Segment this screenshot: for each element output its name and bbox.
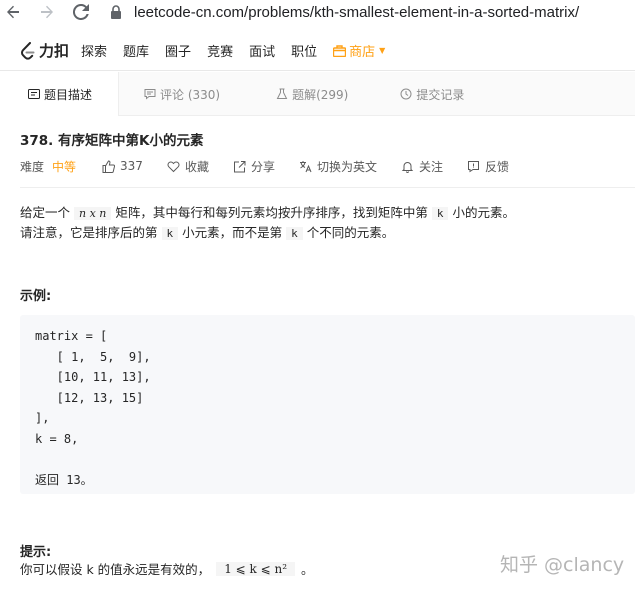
desc-text: 给定一个 (20, 205, 71, 220)
reload-icon (73, 4, 89, 20)
nav-explore[interactable]: 探索 (81, 41, 107, 60)
share-button[interactable]: 分享 (233, 158, 275, 175)
problem-tabs: 题目描述 评论 (330) 题解(299) 提交记录 (0, 72, 635, 116)
difficulty-badge: 中等 (52, 159, 77, 174)
code-inline: k (286, 227, 303, 240)
reload-button[interactable] (68, 0, 94, 24)
leetcode-logo-icon (21, 41, 35, 60)
desc-text: 小的元素。 (452, 205, 515, 220)
nav-circle[interactable]: 圈子 (165, 41, 191, 60)
desc-text: 请注意，它是排序后的第 (20, 225, 158, 240)
desc-text: 个不同的元素。 (306, 225, 395, 240)
feedback-icon (468, 160, 479, 172)
desc-text: 小元素，而不是第 (182, 225, 283, 240)
problem-title: 378. 有序矩阵中第K小的元素 (20, 133, 204, 149)
nav-contest[interactable]: 竞赛 (207, 41, 233, 60)
nav-jobs[interactable]: 职位 (291, 41, 317, 60)
desc-text: 矩阵，其中每行和每列元素均按升序排序，找到矩阵中第 (115, 205, 428, 220)
divider (20, 187, 635, 188)
tab-label: 题解(299) (292, 87, 349, 102)
math-inline: 1 ⩽ k ⩽ n² (216, 561, 295, 576)
flask-icon (276, 88, 288, 99)
hint-heading: 提示: (20, 545, 52, 560)
tab-comments[interactable]: 评论 (330) (144, 72, 220, 116)
share-icon (233, 160, 246, 172)
store-icon (333, 44, 347, 57)
store-label: 商店 (349, 45, 376, 60)
thumbs-up-icon (102, 159, 116, 173)
like-count: 337 (120, 159, 143, 173)
tab-label: 题目描述 (44, 87, 93, 102)
back-button[interactable] (0, 0, 26, 24)
tab-label: 提交记录 (416, 87, 465, 102)
leetcode-logo[interactable]: 力扣 (20, 40, 69, 61)
nav-interview[interactable]: 面试 (249, 41, 275, 60)
lock-icon (111, 5, 121, 19)
follow-button[interactable]: 关注 (401, 158, 443, 175)
forward-button[interactable] (34, 0, 60, 24)
hint-text: 你可以假设 k 的值永远是有效的， 1 ⩽ k ⩽ n² 。 (20, 559, 314, 578)
address-bar[interactable]: leetcode-cn.com/problems/kth-smallest-el… (110, 0, 579, 24)
difficulty-label: 难度 (20, 159, 45, 174)
bell-icon (401, 161, 414, 173)
share-label: 分享 (250, 159, 275, 174)
tab-solutions[interactable]: 题解(299) (276, 72, 348, 116)
math-inline: n x n (74, 207, 112, 220)
description-icon (28, 89, 40, 99)
feedback-button[interactable]: 反馈 (467, 158, 509, 175)
feedback-label: 反馈 (485, 159, 510, 174)
site-header: 力扣 探索 题库 圈子 竞赛 面试 职位 商店 ▼ (0, 31, 635, 71)
description-line-2: 请注意，它是排序后的第 k 小元素，而不是第 k 个不同的元素。 (20, 223, 515, 243)
history-icon (400, 88, 412, 100)
hint-post: 。 (301, 562, 314, 577)
favorite-label: 收藏 (184, 159, 209, 174)
hint-pre: 你可以假设 k 的值永远是有效的， (20, 562, 211, 577)
nav-store[interactable]: 商店 ▼ (333, 41, 385, 60)
watermark: 知乎 @clancy (500, 554, 625, 576)
translate-icon (299, 160, 312, 172)
favorite-button[interactable]: 收藏 (167, 158, 209, 175)
like-button[interactable]: 337 (102, 159, 143, 173)
comment-icon (144, 89, 156, 100)
browser-toolbar: leetcode-cn.com/problems/kth-smallest-el… (0, 0, 635, 24)
code-inline: k (431, 207, 449, 220)
arrow-right-icon (41, 5, 53, 19)
problem-description: 给定一个 n x n 矩阵，其中每行和每列元素均按升序排序，找到矩阵中第 k 小… (20, 203, 515, 243)
nav-problems[interactable]: 题库 (123, 41, 149, 60)
heart-icon (167, 160, 180, 172)
code-inline: k (161, 227, 179, 240)
chevron-down-icon: ▼ (379, 46, 386, 55)
translate-label: 切换为英文 (316, 159, 377, 174)
logo-text: 力扣 (39, 42, 70, 60)
tab-label: 评论 (330) (160, 87, 221, 102)
example-heading: 示例: (20, 289, 52, 304)
url-text: leetcode-cn.com/problems/kth-smallest-el… (134, 3, 580, 21)
follow-label: 关注 (418, 159, 443, 174)
example-code-block: matrix = [ [ 1, 5, 9], [10, 11, 13], [12… (20, 315, 635, 494)
problem-meta: 难度 中等 337 收藏 分享 切换为英文 关注 反馈 (20, 157, 533, 175)
translate-button[interactable]: 切换为英文 (299, 158, 377, 175)
tab-submissions[interactable]: 提交记录 (400, 72, 464, 116)
arrow-left-icon (7, 5, 19, 19)
tab-description[interactable]: 题目描述 (0, 72, 119, 116)
description-line-1: 给定一个 n x n 矩阵，其中每行和每列元素均按升序排序，找到矩阵中第 k 小… (20, 203, 515, 223)
